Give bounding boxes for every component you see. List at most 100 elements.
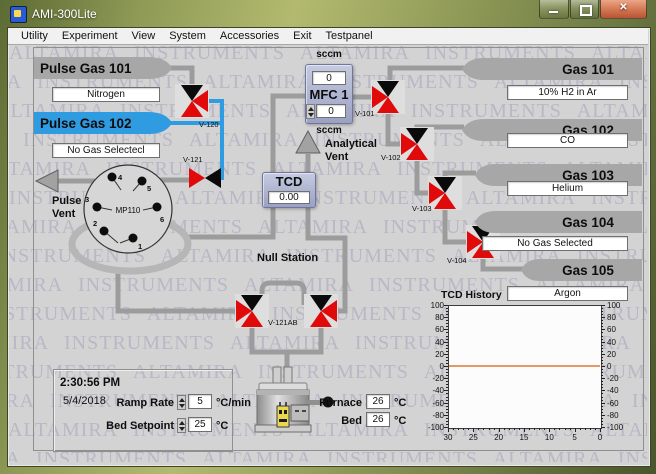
pulse-gas-102-selector[interactable]: No Gas Selectecl: [52, 143, 160, 158]
analytical-vent-label-2: Vent: [325, 151, 349, 163]
bed-temp-label: Bed: [316, 415, 362, 427]
valve-v103-label: V-103: [412, 204, 432, 213]
chart-tick-mark: [446, 329, 448, 330]
furnace-temp-display: 26: [366, 394, 390, 409]
chart-tick-mark: [580, 428, 581, 430]
bed-temp-display: 26: [366, 412, 390, 427]
chart-tick-mark: [595, 428, 596, 430]
chart-tick-mark: [446, 360, 448, 361]
chart-tick-mark: [575, 428, 576, 430]
chart-tick-mark: [446, 400, 448, 401]
bed-setpoint-input[interactable]: 25: [188, 417, 212, 432]
mfc-setpoint-input[interactable]: 0: [316, 104, 346, 118]
gas-103-selector[interactable]: Helium: [507, 181, 628, 196]
gas-102-selector[interactable]: CO: [507, 133, 628, 148]
gas-104-selector[interactable]: No Gas Selected: [482, 236, 628, 251]
chart-tick-mark: [446, 339, 448, 340]
port-5-label: 5: [147, 184, 151, 193]
chart-tick-mark: [446, 418, 448, 419]
chart-tick-mark: [446, 332, 448, 333]
menu-item-view[interactable]: View: [125, 28, 163, 44]
valve-null-right[interactable]: [304, 294, 338, 328]
chart-xtick-label: 0: [591, 433, 609, 442]
menu-item-exit[interactable]: Exit: [286, 28, 318, 44]
chart-tick-mark: [453, 428, 454, 430]
bed-setpoint-spinner[interactable]: [177, 418, 186, 433]
menu-item-utility[interactable]: Utility: [14, 28, 55, 44]
chart-tick-mark: [446, 415, 448, 416]
furnace-temp-unit: °C: [394, 397, 412, 409]
maximize-button[interactable]: [570, 0, 599, 19]
chart-tick-mark: [446, 409, 448, 410]
chart-ytick-label-left: -100: [422, 423, 444, 432]
chart-tick-mark: [601, 305, 603, 306]
chart-tick-mark: [600, 428, 601, 430]
gas-104-label: Gas 104: [562, 215, 614, 230]
chart-tick-mark: [446, 354, 448, 355]
chart-tick-mark: [601, 317, 603, 318]
chart-ytick-label-left: 100: [422, 301, 444, 310]
close-button[interactable]: ✕: [600, 0, 647, 19]
chart-tick-mark: [499, 428, 500, 430]
menu-item-experiment[interactable]: Experiment: [55, 28, 125, 44]
furnace-temp-label: Furnace: [316, 397, 362, 409]
gas-101-label: Gas 101: [562, 62, 614, 77]
ramp-rate-label: Ramp Rate: [98, 397, 174, 409]
chart-tick-mark: [601, 378, 603, 379]
chart-ytick-label-right: 60: [607, 325, 629, 334]
maximize-icon: [580, 5, 592, 16]
gas-101-selector[interactable]: 10% H2 in Ar: [507, 85, 628, 100]
chart-tick-mark: [601, 409, 603, 410]
menu-item-accessories[interactable]: Accessories: [213, 28, 286, 44]
valve-v121ab-label: V-121AB: [268, 318, 298, 327]
ramp-rate-spinner[interactable]: [177, 395, 186, 410]
chart-tick-mark: [565, 428, 566, 430]
menu-item-testpanel[interactable]: Testpanel: [319, 28, 380, 44]
chart-tick-mark: [534, 428, 535, 430]
mfc-label: MFC 1: [305, 87, 353, 102]
chart-series-tcd-signal: [449, 365, 600, 367]
chart-tick-mark: [446, 357, 448, 358]
valve-v121[interactable]: [189, 168, 221, 188]
chart-tick-mark: [570, 428, 571, 430]
minimize-button[interactable]: [539, 0, 569, 19]
null-station-label: Null Station: [257, 252, 318, 264]
chart-tick-mark: [446, 345, 448, 346]
chart-tick-mark: [601, 415, 603, 416]
chart-tick-mark: [601, 412, 603, 413]
chart-tick-mark: [446, 308, 448, 309]
pulse-vent-arrow: [36, 170, 58, 192]
chart-tick-mark: [446, 314, 448, 315]
chart-tick-mark: [514, 428, 515, 430]
chart-tick-mark: [601, 354, 603, 355]
chart-tick-mark: [458, 428, 459, 430]
chart-tick-mark: [601, 397, 603, 398]
valve-v104-label: V-104: [447, 256, 467, 265]
chart-tick-mark: [446, 397, 448, 398]
valve-v102[interactable]: [400, 127, 434, 161]
valve-v101[interactable]: [371, 80, 405, 114]
chart-tick-mark: [473, 428, 474, 430]
chart-tick-mark: [509, 428, 510, 430]
chart-tick-mark: [446, 320, 448, 321]
ramp-rate-input[interactable]: 5: [188, 394, 212, 409]
chart-tick-mark: [549, 428, 550, 430]
rotary-valve-mp110[interactable]: 1 2 3 4 5 6 MP110: [84, 165, 172, 253]
chart-tick-mark: [601, 390, 603, 391]
valve-v121-label: V-121: [183, 155, 203, 164]
chart-tick-mark: [544, 428, 545, 430]
chart-tick-mark: [601, 418, 603, 419]
pulse-vent-label-2: Vent: [52, 208, 76, 220]
chart-tick-mark: [585, 428, 586, 430]
chart-tick-mark: [446, 326, 448, 327]
chart-tick-mark: [446, 384, 448, 385]
mfc-setpoint-spinner[interactable]: [306, 104, 315, 119]
pipe-loop-nullstation: [118, 269, 238, 311]
valve-null-left[interactable]: [235, 294, 269, 328]
chart-tick-mark: [601, 363, 603, 364]
valve-v120[interactable]: [175, 84, 209, 118]
valve-v103[interactable]: [428, 176, 462, 210]
pulse-gas-101-selector[interactable]: Nitrogen: [52, 87, 160, 102]
menu-item-system[interactable]: System: [162, 28, 213, 44]
minimize-icon: [549, 11, 558, 13]
